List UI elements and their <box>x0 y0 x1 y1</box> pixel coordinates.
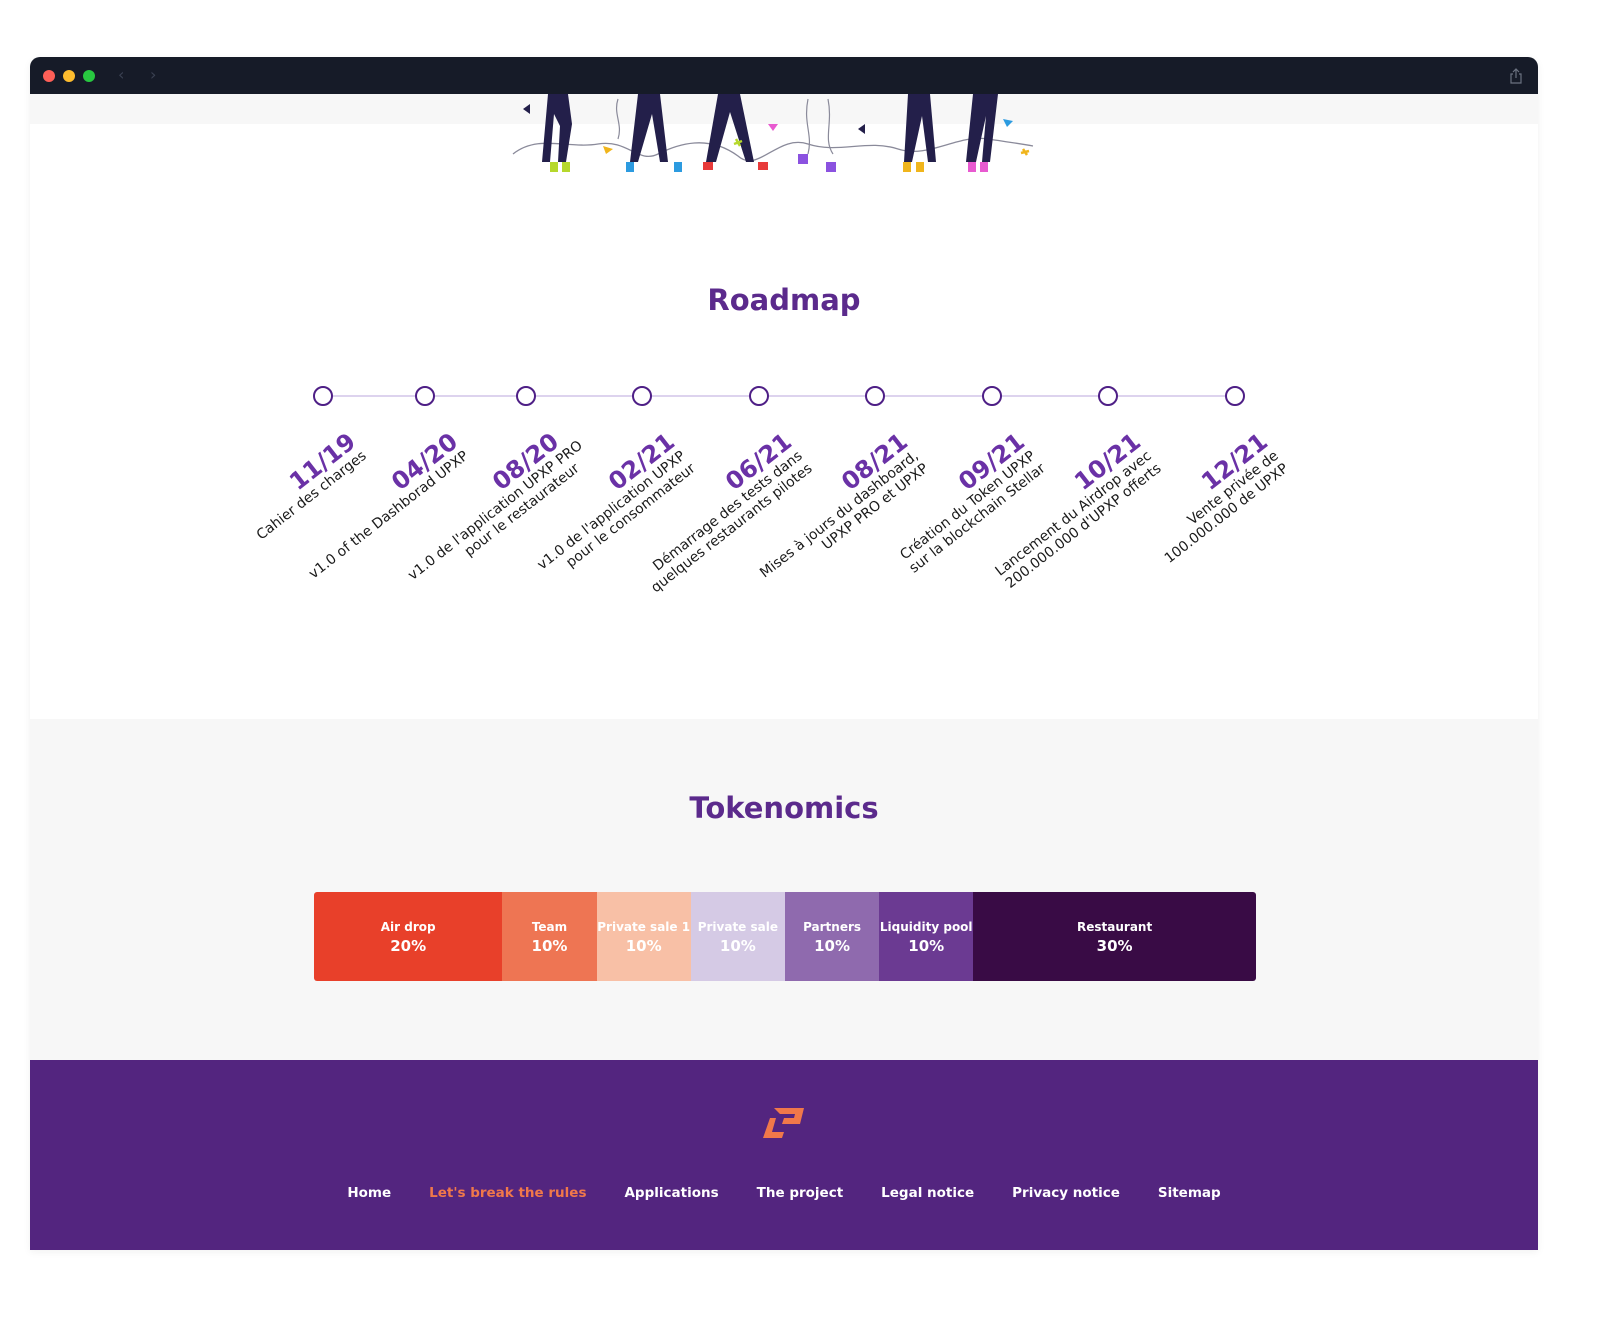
brand-logo-icon[interactable] <box>760 1104 810 1140</box>
tokenomics-bar: Air drop 20% Team 10% Private sale 1 10% Priva… <box>314 892 1256 981</box>
timeline-node <box>865 386 885 406</box>
timeline-node <box>313 386 333 406</box>
segment-percent: 10% <box>719 936 756 955</box>
segment-name: Liquidity pool <box>879 919 973 934</box>
segment-percent: 10% <box>625 936 662 955</box>
footer-navigation: Home Let's break the rules Applications The… <box>30 1185 1538 1201</box>
timeline-node <box>415 386 435 406</box>
footer-link-privacy-notice[interactable]: Privacy notice <box>993 1185 1139 1201</box>
tokenomics-segment: Private sale 10% <box>690 892 785 981</box>
footer-link-sitemap[interactable]: Sitemap <box>1139 1185 1240 1201</box>
segment-name: Restaurant <box>1077 919 1153 934</box>
tokenomics-segment: Team 10% <box>502 892 597 981</box>
footer-link-legal-notice[interactable]: Legal notice <box>862 1185 993 1201</box>
footer-link-home[interactable]: Home <box>328 1185 410 1201</box>
footer-link-let-s-break-the-rules[interactable]: Let's break the rules <box>410 1185 605 1201</box>
segment-name: Private sale 1 <box>597 919 691 934</box>
segment-name: Air drop <box>380 919 436 934</box>
footer-link-the-project[interactable]: The project <box>738 1185 863 1201</box>
timeline-node <box>516 386 536 406</box>
segment-name: Partners <box>803 919 862 934</box>
segment-name: Team <box>531 919 568 934</box>
tokenomics-section: Tokenomics Air drop 20% Team 10% Private sal… <box>30 719 1538 1061</box>
timeline-node <box>632 386 652 406</box>
timeline-node <box>1098 386 1118 406</box>
timeline-node <box>749 386 769 406</box>
tokenomics-segment: Restaurant 30% <box>973 892 1256 981</box>
tokenomics-segment: Liquidity pool 10% <box>879 892 974 981</box>
tokenomics-segment: Partners 10% <box>784 892 880 981</box>
browser-window: ‹ › Roadmap 11/19 Cahier des charges 04/… <box>30 57 1538 1250</box>
tokenomics-segment: Private sale 1 10% <box>596 892 691 981</box>
segment-percent: 30% <box>1096 936 1133 955</box>
footer-link-applications[interactable]: Applications <box>605 1185 737 1201</box>
tokenomics-heading: Tokenomics <box>689 791 879 825</box>
segment-percent: 10% <box>814 936 850 955</box>
segment-percent: 20% <box>390 936 427 955</box>
timeline-node <box>982 386 1002 406</box>
timeline-node <box>1225 386 1245 406</box>
segment-percent: 10% <box>908 936 945 955</box>
segment-name: Private sale <box>697 919 778 934</box>
tokenomics-segment: Air drop 20% <box>314 892 503 981</box>
segment-percent: 10% <box>531 936 568 955</box>
site-footer: Home Let's break the rules Applications The… <box>30 1060 1538 1250</box>
roadmap-timeline: 11/19 Cahier des charges 04/20 v1.0 of the … <box>30 57 1538 717</box>
